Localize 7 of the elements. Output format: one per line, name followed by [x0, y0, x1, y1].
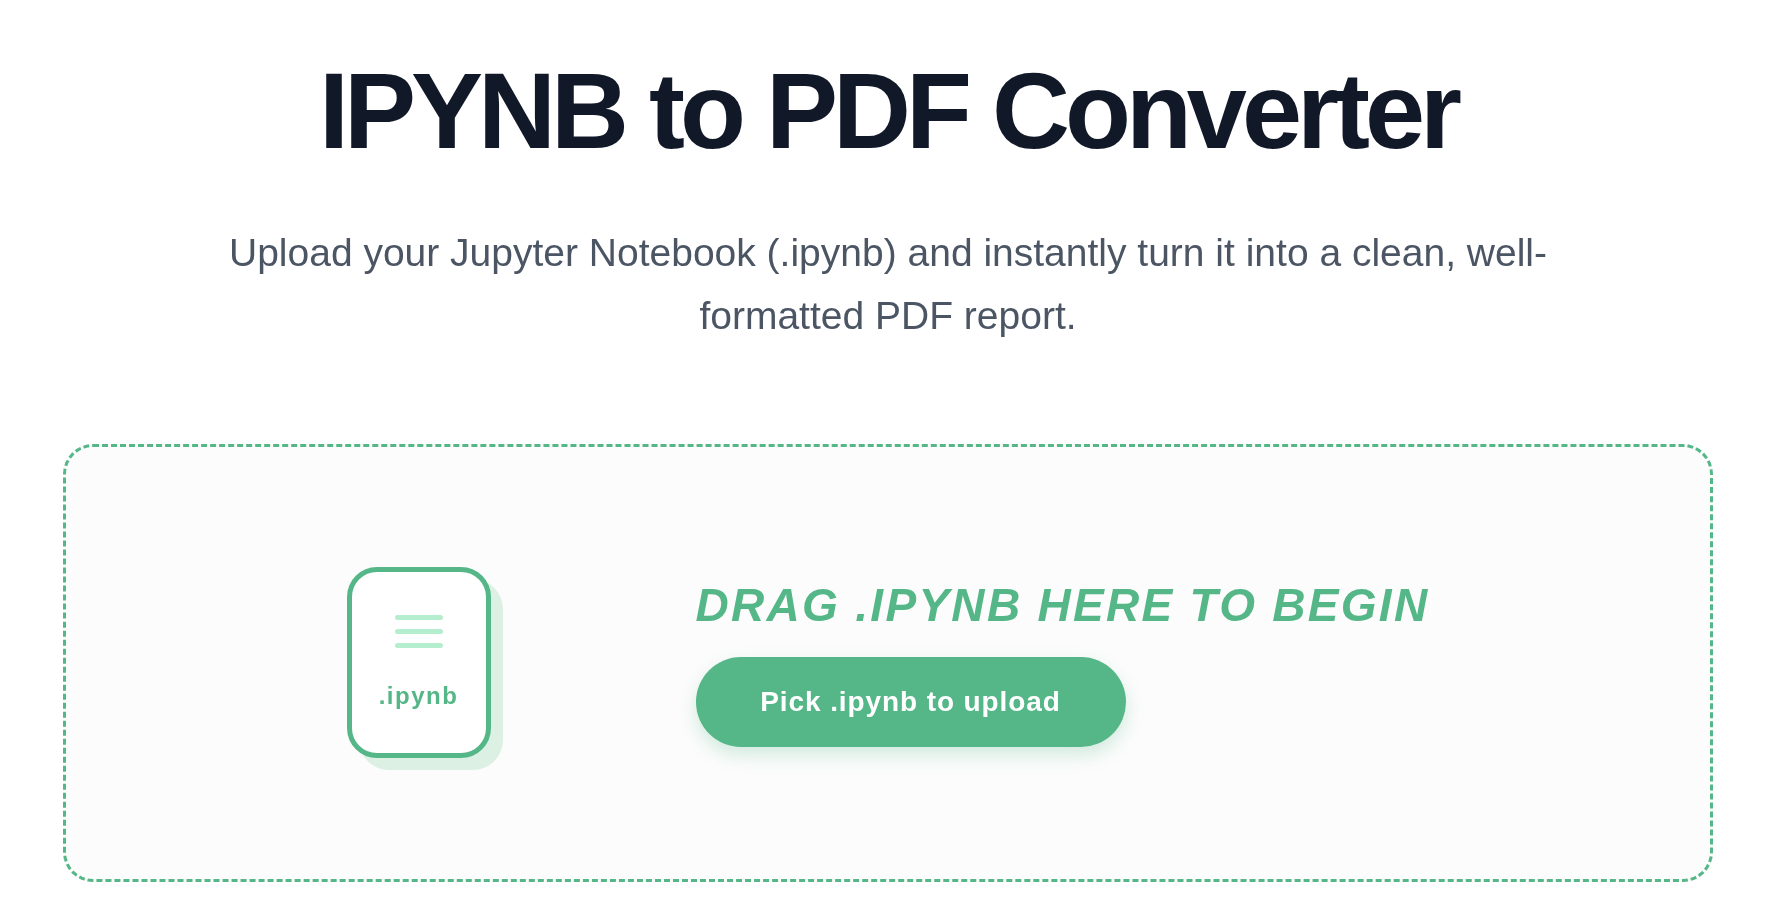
upload-button[interactable]: Pick .ipynb to upload: [695, 657, 1126, 748]
page-subtitle: Upload your Jupyter Notebook (.ipynb) and instantly turn it into a clean, well-formatted PDF report.: [228, 229, 1548, 339]
drop-zone[interactable]: .ipynb DRAG .IPYNB HERE TO BEGIN Pick .ipynb to upload: [63, 443, 1713, 882]
drop-prompt: DRAG .IPYNB HERE TO BEGIN: [695, 578, 1430, 634]
file-type-label: .ipynb: [378, 681, 459, 712]
page-title: IPYNB to PDF Converter: [317, 52, 1459, 171]
lines-icon: [394, 615, 443, 649]
